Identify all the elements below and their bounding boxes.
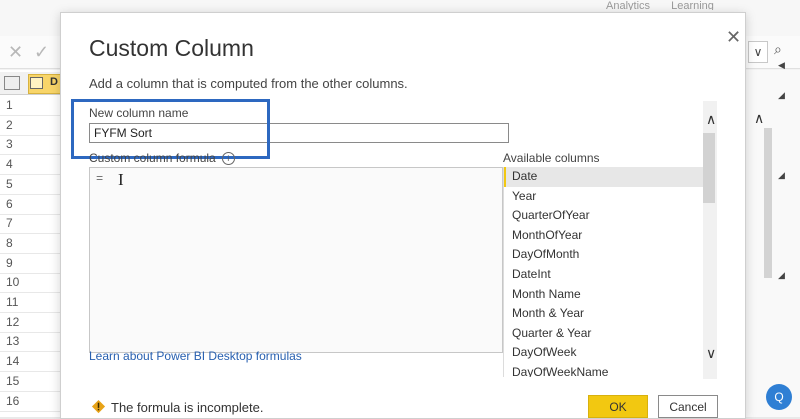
calendar-icon: [30, 77, 43, 89]
row-divider: [0, 174, 62, 176]
row-number: 6: [6, 196, 13, 211]
row-divider: [0, 115, 62, 116]
cancel-button[interactable]: Cancel: [658, 395, 718, 418]
formula-label: Custom column formula i: [89, 151, 235, 165]
chevron-down-icon[interactable]: ∨: [706, 345, 716, 362]
ok-button[interactable]: OK: [588, 395, 648, 418]
row-divider: [0, 272, 62, 274]
warning-message: The formula is incomplete.: [111, 400, 264, 415]
ribbon-tabs: Analytics Learning: [606, 0, 796, 10]
row-number: 15: [6, 373, 20, 388]
triangle-icon[interactable]: ◢: [778, 90, 785, 101]
available-column-item[interactable]: Date: [504, 167, 704, 187]
available-column-item[interactable]: DayOfWeekName: [504, 363, 704, 377]
formula-editor[interactable]: = I: [89, 167, 503, 353]
row-divider: [0, 134, 62, 136]
row-divider: [0, 193, 62, 195]
available-column-item[interactable]: QuarterOfYear: [504, 206, 704, 226]
columns-scroll-thumb[interactable]: [703, 133, 715, 203]
cancel-formula-icon[interactable]: ✕: [8, 42, 23, 63]
watermark-logo: Q: [766, 384, 792, 410]
available-column-item[interactable]: Year: [504, 187, 704, 207]
row-divider: [0, 351, 62, 353]
formula-label-text: Custom column formula: [89, 151, 216, 165]
triangle-icon[interactable]: ◀: [778, 60, 785, 71]
row-number: 16: [6, 393, 20, 408]
row-number: 12: [6, 314, 20, 329]
commit-formula-icon[interactable]: ✓: [34, 42, 49, 63]
column-header-label: D: [50, 76, 58, 88]
row-number: 7: [6, 216, 13, 231]
row-divider: [0, 154, 62, 156]
row-number: 8: [6, 235, 13, 250]
chevron-up-icon[interactable]: ∧: [754, 110, 764, 127]
ribbon-tab-analytics[interactable]: Analytics: [606, 0, 650, 10]
row-number: 1: [6, 98, 13, 112]
row-divider: [0, 390, 62, 392]
available-column-item[interactable]: Quarter & Year: [504, 324, 704, 344]
row-number: 9: [6, 255, 13, 270]
row-divider: [0, 213, 62, 215]
learn-formulas-link[interactable]: Learn about Power BI Desktop formulas: [89, 349, 302, 363]
row-divider: [0, 292, 62, 294]
row-divider: [0, 312, 62, 313]
row-divider: [0, 233, 62, 235]
row-number: 3: [6, 137, 13, 152]
available-column-item[interactable]: DayOfMonth: [504, 245, 704, 265]
row-divider: [0, 252, 62, 254]
available-column-item[interactable]: MonthOfYear: [504, 226, 704, 246]
dialog-subtitle: Add a column that is computed from the o…: [89, 76, 408, 91]
expand-formula-button[interactable]: ∨: [748, 41, 768, 63]
table-icon[interactable]: [4, 76, 20, 90]
triangle-icon[interactable]: ◢: [778, 270, 785, 281]
search-icon[interactable]: ⌕: [774, 41, 782, 58]
row-number: 2: [6, 117, 13, 132]
available-column-item[interactable]: Month Name: [504, 285, 704, 305]
row-number: 11: [6, 295, 19, 309]
available-column-item[interactable]: DayOfWeek: [504, 343, 704, 363]
ribbon-tab-learning[interactable]: Learning: [671, 0, 714, 10]
available-columns-label: Available columns: [503, 151, 600, 165]
fields-pane: [744, 70, 800, 417]
row-divider: [0, 410, 62, 412]
dialog-title: Custom Column: [89, 35, 254, 61]
info-icon[interactable]: i: [221, 151, 235, 165]
available-columns-list: Date Year QuarterOfYear MonthOfYear DayOfMon…: [503, 167, 704, 377]
row-number: 13: [6, 334, 20, 349]
row-number: 10: [6, 275, 20, 290]
row-number: 14: [6, 354, 20, 369]
row-number: 5: [6, 176, 13, 191]
warning-icon: [91, 399, 106, 414]
row-divider: [0, 371, 62, 373]
custom-column-dialog: ✕ Custom Column Add a column that is com…: [60, 12, 746, 419]
fields-scrollbar[interactable]: [764, 128, 772, 278]
row-divider: [0, 331, 62, 333]
formula-text: =: [96, 172, 104, 186]
available-column-item[interactable]: DateInt: [504, 265, 704, 285]
close-icon[interactable]: ✕: [726, 28, 741, 46]
text-cursor-icon: I: [118, 170, 124, 189]
chevron-up-icon[interactable]: ∧: [706, 111, 716, 128]
annotation-highlight-box: [71, 99, 270, 159]
row-number: 4: [6, 157, 13, 172]
triangle-icon[interactable]: ◢: [778, 170, 785, 181]
available-column-item[interactable]: Month & Year: [504, 304, 704, 324]
